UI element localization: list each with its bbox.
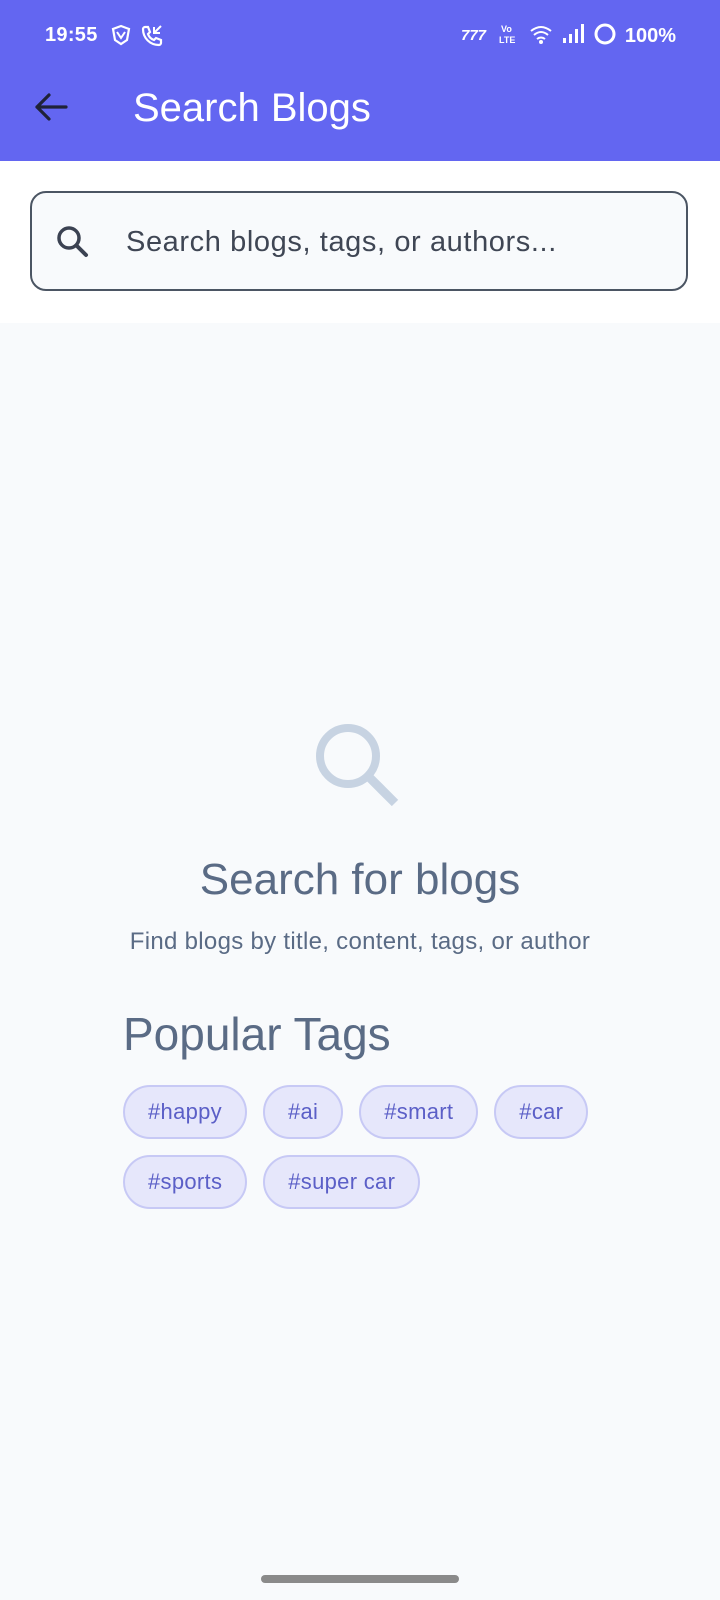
empty-state-subtitle: Find blogs by title, content, tags, or a… [129, 928, 591, 955]
page-title: Search Blogs [133, 86, 371, 130]
status-right-group: 777 Vo LTE 100% [461, 22, 676, 51]
tag-chip-sports[interactable]: #sports [123, 1155, 248, 1209]
volte-icon: Vo LTE [499, 22, 521, 51]
tag-chip-smart[interactable]: #smart [359, 1085, 479, 1139]
status-bar: 19:55 777 Vo LTE 100% [0, 0, 720, 76]
search-icon [312, 720, 404, 817]
battery-percentage: 100% [624, 25, 676, 47]
search-field[interactable] [30, 191, 688, 291]
search-icon [56, 225, 90, 264]
call-icon [140, 24, 164, 53]
tag-chip-super-car[interactable]: #super car [263, 1155, 421, 1209]
empty-state-title: Search for blogs [199, 855, 521, 904]
search-input[interactable] [124, 213, 668, 271]
back-button[interactable] [26, 84, 76, 134]
arrow-left-icon [34, 92, 68, 127]
battery-ring-icon [593, 22, 617, 51]
svg-text:777: 777 [461, 27, 487, 43]
tag-chip-happy[interactable]: #happy [123, 1085, 247, 1139]
status-time: 19:55 [45, 24, 98, 46]
signal-icon [561, 23, 585, 50]
svg-text:Vo: Vo [501, 24, 512, 34]
gesture-home-bar[interactable] [261, 1575, 459, 1583]
svg-text:LTE: LTE [499, 35, 515, 45]
jio-icon: 777 [461, 25, 491, 48]
search-section [0, 161, 720, 323]
tag-chip-car[interactable]: #car [494, 1085, 589, 1139]
popular-tags-list: #happy #ai #smart #car #sports #super ca… [123, 1085, 623, 1209]
popular-tags-heading: Popular Tags [123, 1008, 391, 1060]
wifi-icon [529, 23, 553, 50]
tag-chip-ai[interactable]: #ai [262, 1085, 344, 1139]
vpn-shield-icon [110, 24, 132, 51]
top-app-bar: 19:55 777 Vo LTE 100% Search Blogs [0, 0, 720, 161]
